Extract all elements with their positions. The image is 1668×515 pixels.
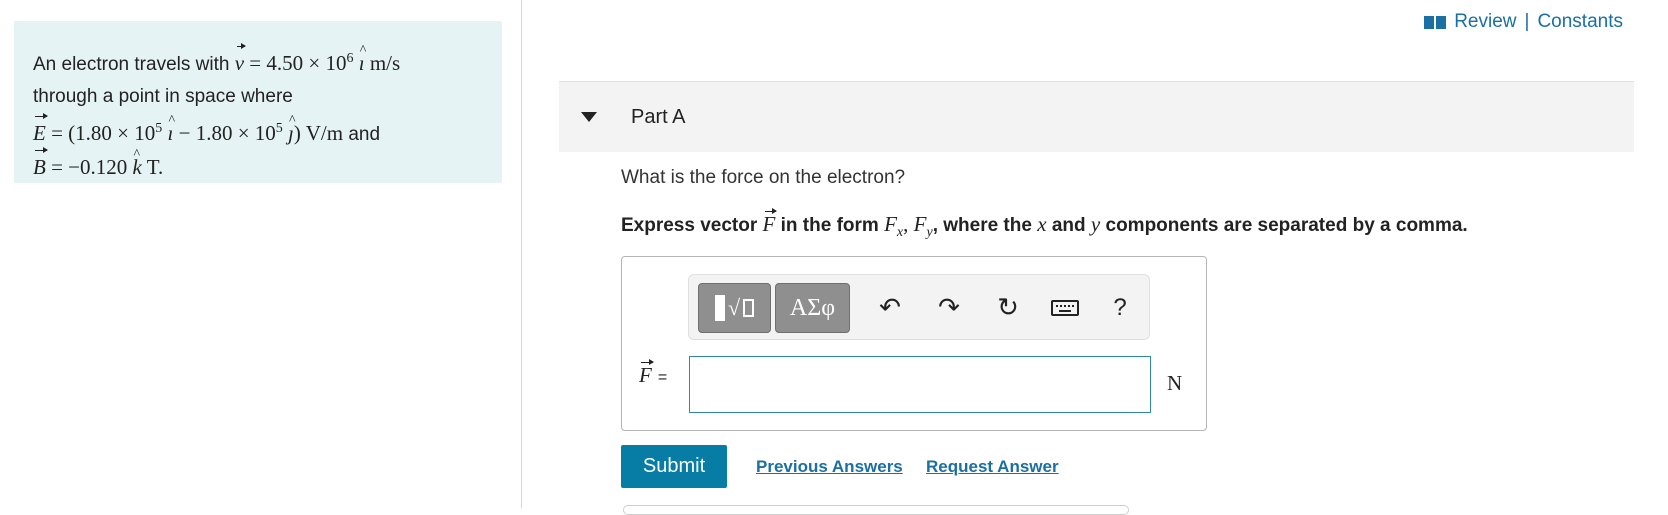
problem-text-and: and bbox=[348, 124, 381, 145]
j-hat: ȷ bbox=[288, 105, 295, 149]
keyboard-button[interactable] bbox=[1050, 293, 1080, 323]
instruction-part: in the form bbox=[780, 215, 879, 236]
question-text: What is the force on the electron? bbox=[621, 167, 906, 188]
instruction-text: Express vector F in the form Fx, Fy , whe… bbox=[621, 208, 1468, 241]
force-variable: F bbox=[639, 359, 654, 387]
efield-value-part2: − 1.80 × 10 bbox=[178, 121, 276, 145]
symbols-button[interactable]: ΑΣφ bbox=[775, 283, 850, 333]
templates-button[interactable]: √ bbox=[698, 283, 771, 333]
part-a-header[interactable]: Part A bbox=[559, 81, 1634, 152]
efield-symbol: E bbox=[33, 113, 48, 149]
undo-icon[interactable]: ↶ bbox=[875, 293, 905, 323]
bfield-value: = −0.120 bbox=[51, 155, 128, 179]
velocity-exponent: 6 bbox=[346, 51, 354, 66]
review-link[interactable]: Review bbox=[1454, 11, 1516, 33]
collapse-triangle-icon[interactable] bbox=[581, 112, 597, 122]
instruction-part: Express vector bbox=[621, 215, 758, 236]
efield-exponent-1: 5 bbox=[155, 121, 163, 136]
previous-answers-link[interactable]: Previous Answers bbox=[756, 457, 903, 477]
problem-line-location: through a point in space where bbox=[33, 86, 293, 107]
fy-symbol: F bbox=[913, 212, 927, 236]
velocity-units: m/s bbox=[369, 51, 401, 75]
sqrt-glyph: √ bbox=[727, 295, 741, 320]
feedback-box-edge bbox=[623, 505, 1129, 515]
link-separator: | bbox=[1524, 11, 1530, 32]
math-toolbar: √ ΑΣφ ↶ ↷ ↻ ? bbox=[688, 274, 1150, 340]
fx-fy-comma: , bbox=[903, 212, 909, 236]
instruction-part: , where the bbox=[932, 215, 1032, 236]
problem-line-bfield: B = −0.120 k T. bbox=[33, 139, 484, 185]
submit-button[interactable]: Submit bbox=[621, 445, 727, 488]
problem-line-velocity: An electron travels with v = 4.50 × 106 … bbox=[33, 35, 484, 81]
instruction-part: and bbox=[1051, 215, 1086, 236]
instruction-part: components are separated by a comma. bbox=[1105, 215, 1468, 236]
answer-box: √ ΑΣφ ↶ ↷ ↻ ? F = N bbox=[621, 256, 1207, 431]
y-symbol: y bbox=[1090, 212, 1101, 236]
problem-text: An electron travels with bbox=[33, 54, 230, 75]
fx-symbol: F bbox=[884, 212, 897, 236]
keyboard-icon bbox=[1051, 300, 1079, 316]
efield-exponent-2: 5 bbox=[275, 121, 283, 136]
i-hat: ı bbox=[359, 35, 366, 79]
velocity-symbol: v bbox=[235, 43, 247, 79]
part-title: Part A bbox=[631, 105, 686, 128]
x-symbol: x bbox=[1037, 212, 1047, 236]
problem-line-efield: E = (1.80 × 105 ı − 1.80 × 105 ȷ) V/m an… bbox=[33, 105, 484, 151]
request-answer-link[interactable]: Request Answer bbox=[926, 457, 1059, 477]
velocity-value: = 4.50 × 10 bbox=[249, 51, 347, 75]
review-constants-links: Review | Constants bbox=[1424, 11, 1623, 33]
answer-input[interactable] bbox=[689, 356, 1151, 413]
i-hat: ı bbox=[168, 105, 175, 149]
equals-sign: = bbox=[657, 369, 668, 386]
answer-unit: N bbox=[1167, 371, 1183, 395]
bfield-symbol: B bbox=[33, 147, 48, 183]
bfield-units: T. bbox=[146, 155, 164, 179]
answer-label: F = bbox=[639, 359, 668, 388]
efield-units: ) V/m bbox=[293, 121, 344, 145]
panel-divider bbox=[521, 0, 522, 508]
redo-icon[interactable]: ↷ bbox=[934, 293, 964, 323]
help-button[interactable]: ? bbox=[1105, 293, 1135, 323]
force-symbol: F bbox=[762, 208, 778, 236]
constants-link[interactable]: Constants bbox=[1537, 11, 1623, 33]
book-icon bbox=[1424, 15, 1447, 30]
reset-icon[interactable]: ↻ bbox=[993, 293, 1023, 323]
k-hat: k bbox=[133, 139, 142, 183]
templates-icon: √ bbox=[714, 295, 755, 321]
problem-statement: An electron travels with v = 4.50 × 106 … bbox=[14, 21, 502, 183]
